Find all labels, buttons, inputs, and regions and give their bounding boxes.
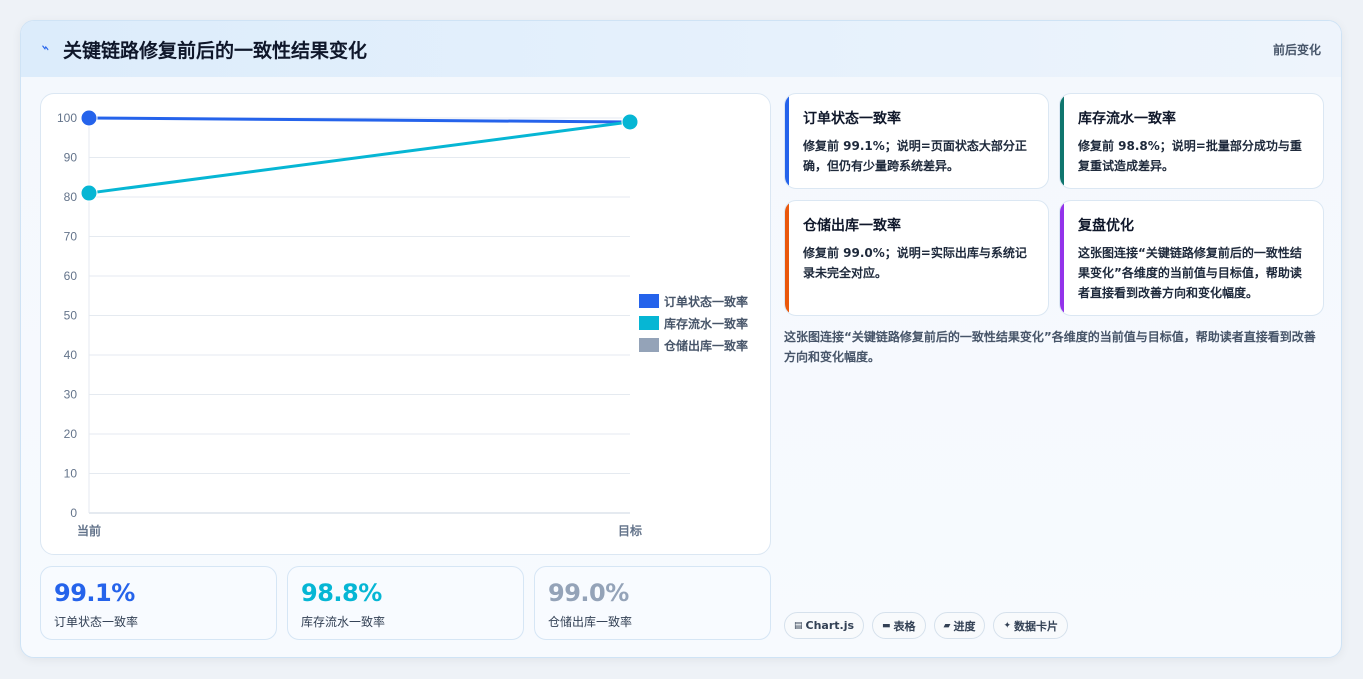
- stat-value: 99.0%: [548, 579, 629, 607]
- legend-swatch: [639, 316, 659, 330]
- tag-label: 数据卡片: [1014, 619, 1059, 633]
- tag-data-card[interactable]: ✦ 数据卡片: [993, 612, 1069, 639]
- stat-card-warehouse: 99.0% 仓储出库一致率: [534, 566, 771, 640]
- info-card-text: 修复前 98.8%；说明=批量部分成功与重复重试造成差异。: [1078, 139, 1302, 173]
- main-card: ⌁ 关键链路修复前后的一致性结果变化 前后变化 0 10 20 30 40 50 60 70 8…: [20, 20, 1342, 658]
- y-tick-label: 80: [64, 190, 78, 204]
- y-tick-label: 30: [64, 388, 78, 402]
- info-card-warehouse: 仓储出库一致率 修复前 99.0%；说明=实际出库与系统记录未完全对应。: [784, 200, 1049, 316]
- legend-swatch: [639, 294, 659, 308]
- y-tick-label: 90: [64, 151, 78, 165]
- y-tick-label: 50: [64, 309, 78, 323]
- header-right-label: 前后变化: [1272, 42, 1321, 57]
- table-icon: ▬: [882, 620, 891, 631]
- accent-bar: [1060, 94, 1064, 188]
- stat-card-order: 99.1% 订单状态一致率: [40, 566, 277, 640]
- stat-label: 仓储出库一致率: [548, 615, 633, 629]
- tag-row: ▤ Chart.js ▬ 表格 ▰ 进度 ✦ 数据卡片: [784, 612, 1069, 639]
- stat-card-inventory: 98.8% 库存流水一致率: [287, 566, 524, 640]
- info-card-title: 复盘优化: [1078, 218, 1134, 234]
- tag-chartjs[interactable]: ▤ Chart.js: [784, 612, 865, 639]
- chart-description: 这张图连接“关键链路修复前后的一致性结果变化”各维度的当前值与目标值，帮助读者直…: [784, 330, 1316, 364]
- sparkle-icon: ✦: [1003, 620, 1012, 631]
- y-tick-label: 60: [64, 269, 78, 283]
- stat-label: 库存流水一致率: [301, 615, 386, 629]
- info-card-inventory: 库存流水一致率 修复前 98.8%；说明=批量部分成功与重复重试造成差异。: [1059, 93, 1324, 189]
- tag-table[interactable]: ▬ 表格: [872, 612, 926, 639]
- page-title: 关键链路修复前后的一致性结果变化: [63, 39, 368, 62]
- data-point: [621, 113, 639, 131]
- tag-label: Chart.js: [805, 619, 855, 632]
- info-card-text: 这张图连接“关键链路修复前后的一致性结果变化”各维度的当前值与目标值，帮助读者直…: [1078, 246, 1302, 300]
- chart-svg: 0 10 20 30 40 50 60 70 80 90 100 当前 目标 订单状态一致率库存流水一致率…: [57, 109, 748, 538]
- y-tick-label: 40: [64, 348, 78, 362]
- card-header: ⌁ 关键链路修复前后的一致性结果变化 前后变化: [21, 21, 1341, 77]
- y-tick-label: 20: [64, 427, 78, 441]
- bolt-icon: ⌁: [38, 39, 53, 58]
- info-card-title: 订单状态一致率: [803, 111, 901, 127]
- accent-bar: [1060, 201, 1064, 315]
- legend-swatch: [639, 338, 659, 352]
- series-line: [88, 116, 631, 124]
- info-card-text: 修复前 99.1%；说明=页面状态大部分正确，但仍有少量跨系统差异。: [803, 139, 1027, 173]
- tag-label: 进度: [953, 619, 976, 633]
- line-chart: 0 10 20 30 40 50 60 70 80 90 100 当前 目标 订单状态一致率 库存流水一致率…: [40, 93, 771, 555]
- tag-progress[interactable]: ▰ 进度: [933, 612, 986, 639]
- legend-label: 仓储出库一致率: [663, 338, 748, 353]
- tag-label: 表格: [893, 619, 916, 633]
- chart-icon: ▤: [794, 620, 803, 631]
- y-tick-label: 10: [64, 467, 78, 481]
- stat-label: 订单状态一致率: [54, 615, 139, 629]
- legend-label: 订单状态一致率: [664, 294, 748, 309]
- y-tick-label: 100: [57, 111, 77, 125]
- info-card-text: 修复前 99.0%；说明=实际出库与系统记录未完全对应。: [803, 246, 1027, 280]
- info-card-order: 订单状态一致率 修复前 99.1%；说明=页面状态大部分正确，但仍有少量跨系统差…: [784, 93, 1049, 189]
- data-point: [80, 184, 98, 202]
- accent-bar: [785, 201, 789, 315]
- info-card-title: 仓储出库一致率: [803, 218, 901, 234]
- stat-value: 99.1%: [54, 579, 135, 607]
- stat-value: 98.8%: [301, 579, 382, 607]
- y-tick-label: 70: [64, 230, 78, 244]
- x-tick-label: 目标: [618, 523, 642, 538]
- y-tick-label: 0: [70, 506, 77, 520]
- info-card-title: 库存流水一致率: [1078, 111, 1176, 127]
- info-card-review: 复盘优化 这张图连接“关键链路修复前后的一致性结果变化”各维度的当前值与目标值，…: [1059, 200, 1324, 316]
- legend-label: 库存流水一致率: [664, 316, 748, 331]
- accent-bar: [785, 94, 789, 188]
- data-point: [80, 109, 98, 127]
- progress-icon: ▰: [943, 620, 951, 631]
- x-tick-label: 当前: [77, 523, 101, 538]
